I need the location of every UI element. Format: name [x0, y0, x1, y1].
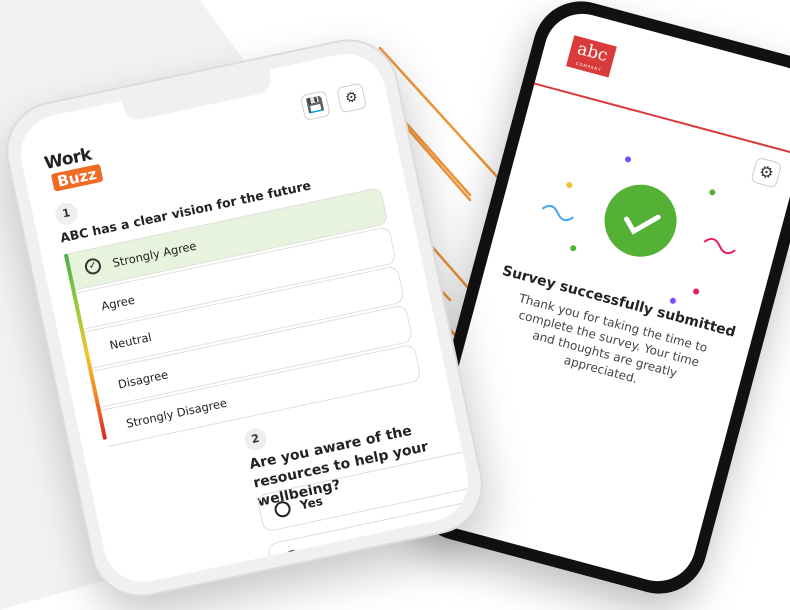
option-label: Neutral: [108, 329, 153, 353]
abc-logo: abc COMPANY: [566, 35, 617, 78]
check-icon: ✓: [83, 256, 103, 276]
workbuzz-logo: Work Buzz: [43, 140, 120, 193]
option-label: Yes: [298, 493, 325, 513]
question-number: 2: [242, 426, 269, 453]
top-buttons: 💾 ⚙: [294, 82, 368, 123]
radio-icon: [273, 499, 293, 519]
success-panel: Survey successfully submitted Thank you …: [465, 150, 783, 413]
option-label: Strongly Disagree: [124, 395, 229, 431]
gear-icon[interactable]: ⚙: [336, 82, 368, 114]
save-icon[interactable]: 💾: [299, 90, 331, 122]
question-number: 1: [53, 200, 80, 227]
workbuzz-screen: Work Buzz 💾 ⚙ 1 ABC has a clear vision f…: [13, 46, 476, 590]
option-label: Disagree: [116, 367, 170, 392]
option-label: Agree: [100, 292, 136, 314]
option-label: Strongly Agree: [111, 238, 198, 271]
